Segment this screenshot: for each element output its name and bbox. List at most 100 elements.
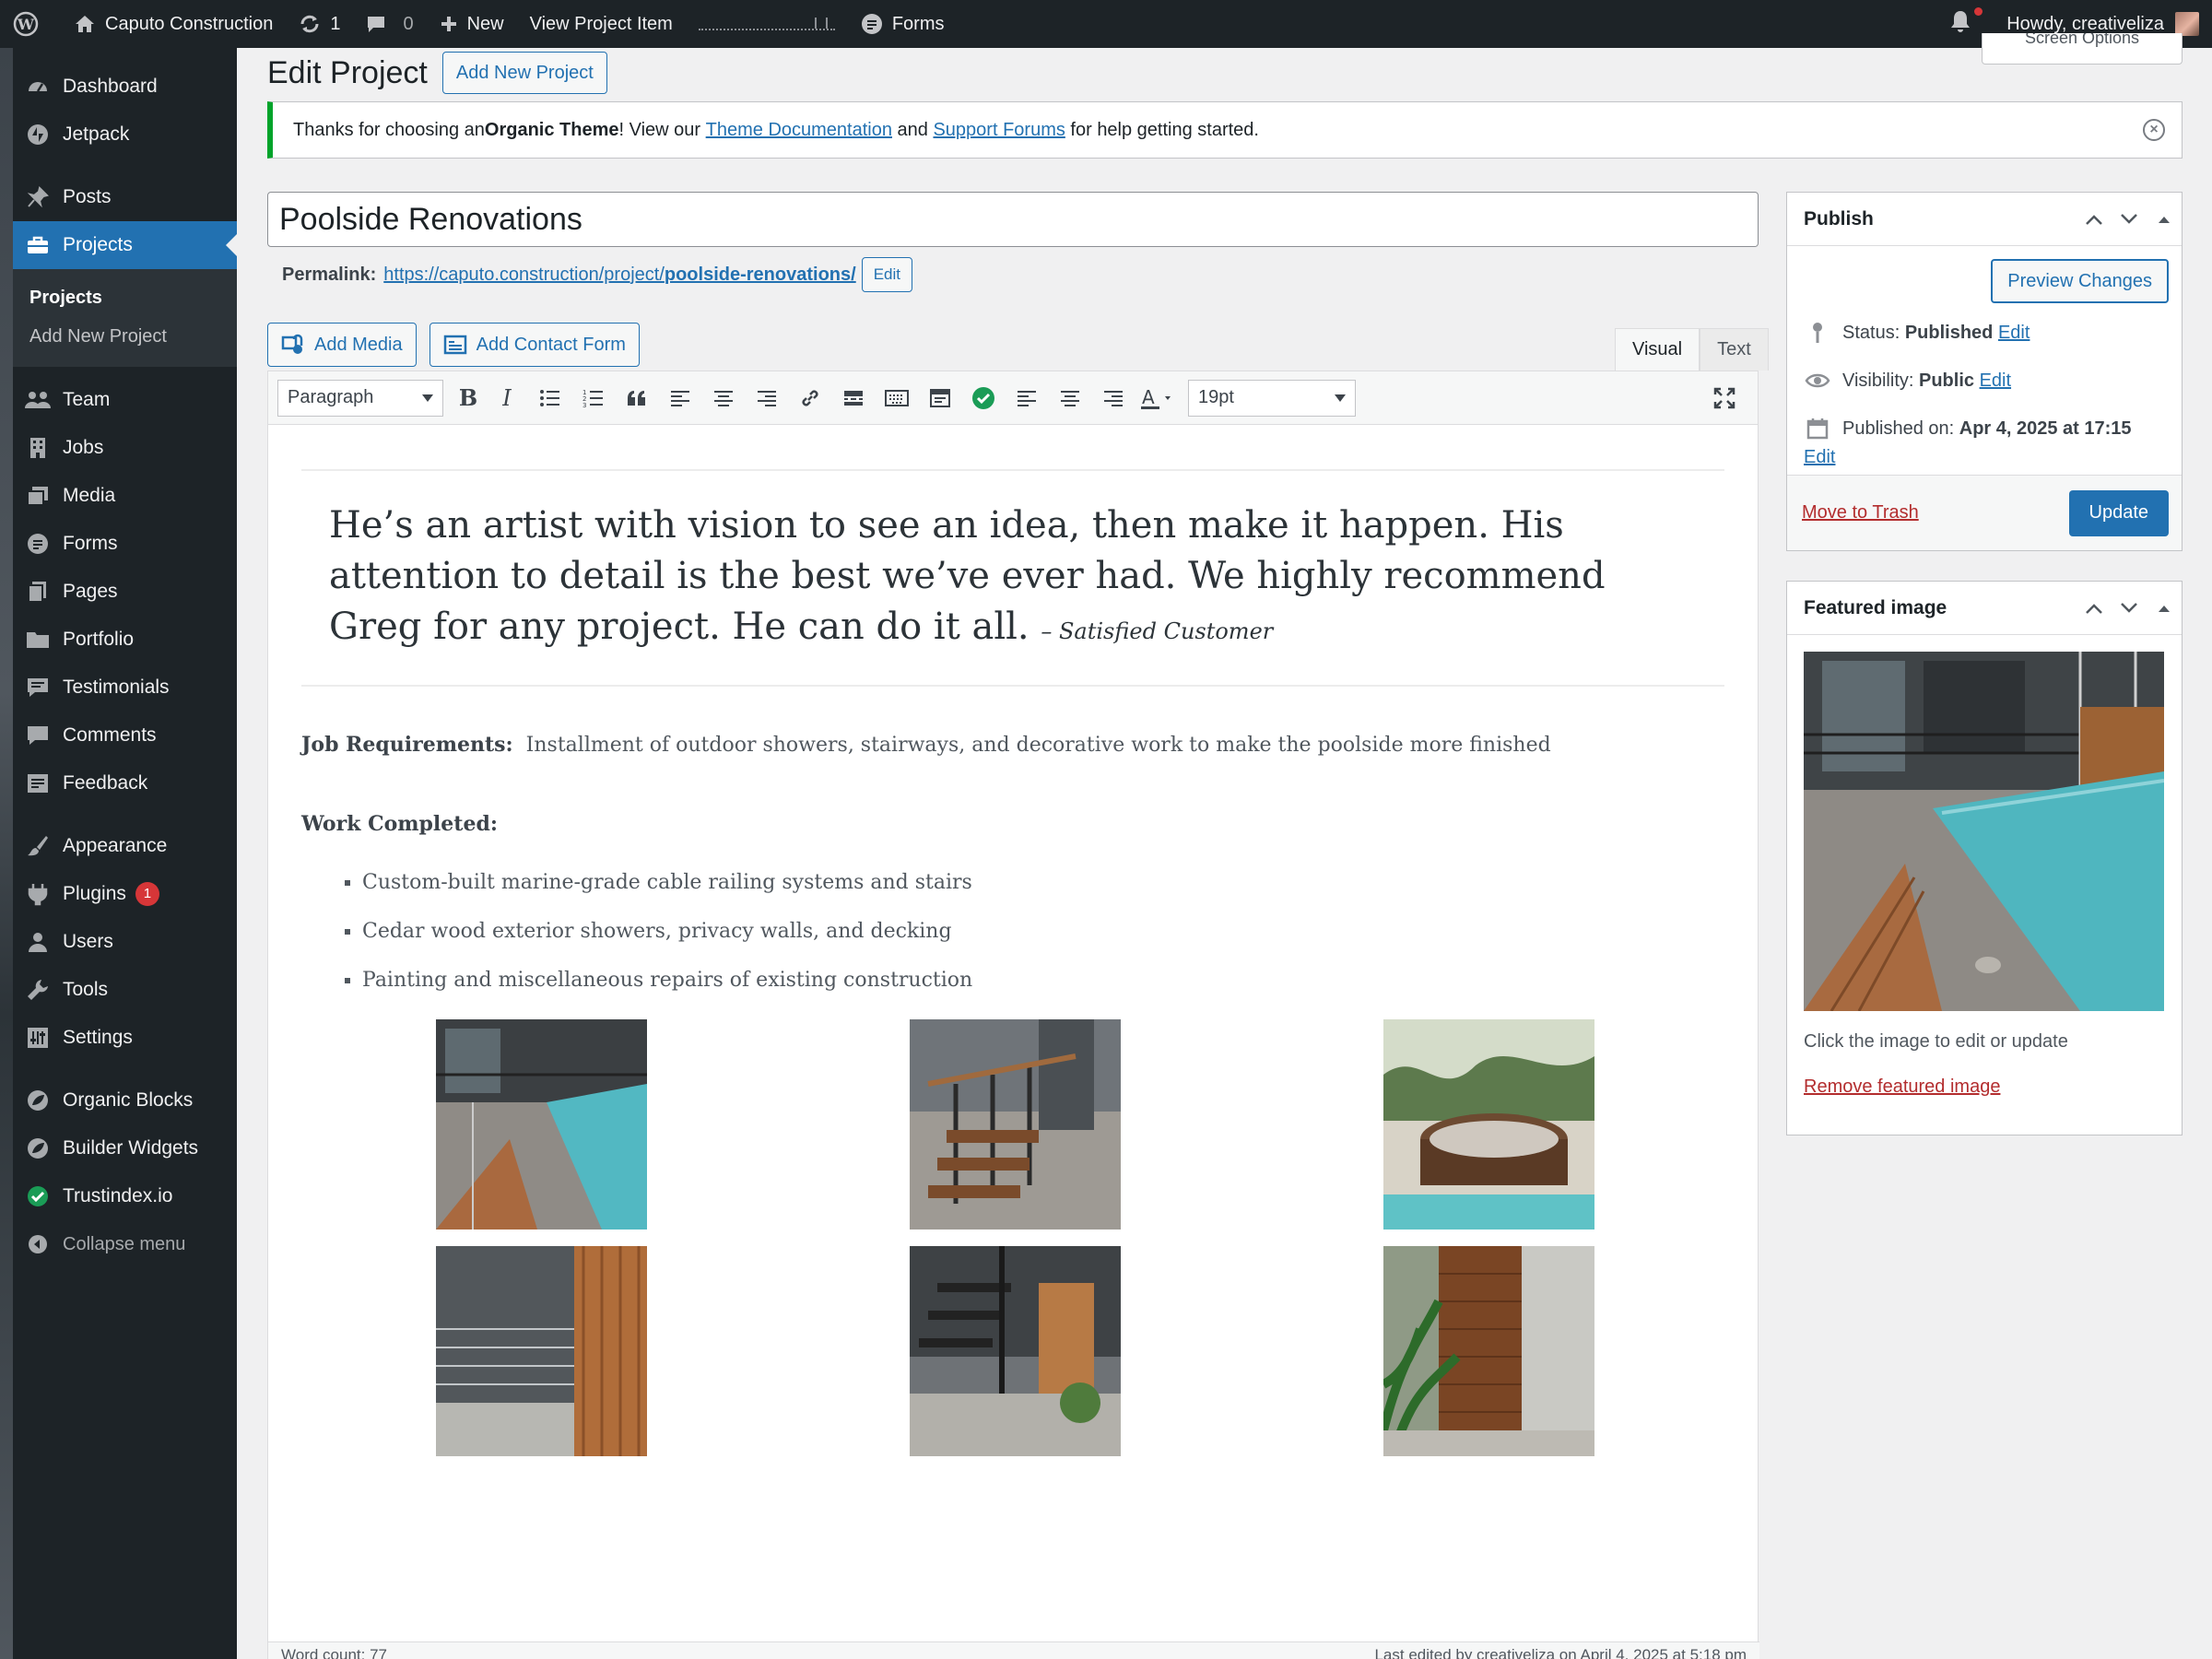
sidebar-item-organic-blocks[interactable]: Organic Blocks (13, 1077, 237, 1124)
sidebar-item-label: Tools (63, 979, 109, 1000)
gallery-image-pool-deck[interactable] (436, 1019, 647, 1230)
tab-visual[interactable]: Visual (1615, 328, 1700, 371)
check-icon (24, 1182, 52, 1210)
gallery-image-hot-tub[interactable] (1383, 1019, 1594, 1230)
new-content-link[interactable]: New (427, 0, 517, 48)
bell-icon (1949, 7, 1983, 39)
sidebar-item-label: Posts (63, 186, 112, 207)
font-size-select[interactable]: 19pt (1188, 379, 1356, 417)
briefcase-icon (24, 231, 52, 259)
add-new-project-button[interactable]: Add New Project (441, 52, 607, 94)
gallery-image-spiral-stairs[interactable] (910, 1246, 1121, 1456)
update-button[interactable]: Update (2068, 489, 2169, 536)
theme-documentation-link[interactable]: Theme Documentation (706, 120, 892, 141)
sidebar-item-forms[interactable]: Forms (13, 520, 237, 568)
sidebar-item-plugins[interactable]: Plugins 1 (13, 870, 237, 918)
chevron-down-icon[interactable] (2112, 602, 2147, 615)
sidebar-item-dashboard[interactable]: Dashboard (13, 63, 237, 111)
submenu-item-add-new-project[interactable]: Add New Project (13, 317, 237, 356)
sidebar-item-jobs[interactable]: Jobs (13, 424, 237, 472)
sidebar-item-pages[interactable]: Pages (13, 568, 237, 616)
screen-options-button[interactable]: Screen Options (1982, 33, 2183, 65)
sidebar-item-jetpack[interactable]: Jetpack (13, 111, 237, 159)
align-right-icon[interactable] (748, 380, 785, 417)
background-window-edge (0, 48, 13, 1659)
keyboard-icon[interactable] (878, 380, 915, 417)
sidebar-item-label: Forms (63, 533, 118, 554)
justify-center-icon[interactable] (1052, 380, 1088, 417)
edit-date-link[interactable]: Edit (1804, 447, 2182, 468)
numbered-list-icon[interactable]: 123 (575, 380, 612, 417)
gallery-image-shower[interactable] (436, 1246, 647, 1456)
align-center-icon[interactable] (705, 380, 742, 417)
site-name-link[interactable]: Caputo Construction (61, 0, 286, 48)
visibility-label: Visibility: (1842, 370, 1914, 391)
bold-icon[interactable]: B (450, 380, 487, 417)
comments-link[interactable]: 0 (353, 0, 426, 48)
grammar-check-icon[interactable] (965, 380, 1002, 417)
blockquote-icon[interactable] (618, 380, 655, 417)
add-contact-form-button[interactable]: Add Contact Form (429, 323, 640, 367)
toggle-panel-icon[interactable] (2147, 604, 2182, 613)
gallery-image-cedar-wall[interactable] (1383, 1246, 1594, 1456)
notice-text: ! View our (618, 119, 701, 140)
sidebar-item-posts[interactable]: Posts (13, 173, 237, 221)
editor-content[interactable]: He’s an artist with vision to see an ide… (268, 469, 1758, 1499)
image-gallery (301, 1019, 1724, 1499)
sidebar-item-feedback[interactable]: Feedback (13, 759, 237, 807)
align-left-icon[interactable] (662, 380, 699, 417)
featured-image-box: Featured image Click the image to edit o… (1786, 581, 2183, 1135)
forms-link[interactable]: Forms (848, 0, 958, 48)
link-icon[interactable] (792, 380, 829, 417)
toggle-panel-icon[interactable] (2147, 215, 2182, 224)
post-title-input[interactable]: Poolside Renovations (267, 192, 1759, 247)
sidebar-item-appearance[interactable]: Appearance (13, 822, 237, 870)
view-project-item-link[interactable]: View Project Item (517, 0, 686, 48)
edit-status-link[interactable]: Edit (1998, 323, 2030, 344)
fullscreen-icon[interactable] (1706, 380, 1743, 417)
edit-permalink-button[interactable]: Edit (861, 257, 912, 292)
move-to-trash-link[interactable]: Move to Trash (1802, 502, 1919, 524)
sidebar-item-media[interactable]: Media (13, 472, 237, 520)
sidebar-item-tools[interactable]: Tools (13, 966, 237, 1014)
sidebar-item-testimonials[interactable]: Testimonials (13, 664, 237, 712)
featured-image[interactable] (1804, 652, 2164, 1011)
howdy-label: Howdy, creativeliza (2006, 13, 2164, 34)
support-forums-link[interactable]: Support Forums (933, 120, 1065, 141)
embed-icon[interactable] (922, 380, 959, 417)
bulleted-list-icon[interactable] (532, 380, 569, 417)
add-contact-form-label: Add Contact Form (476, 334, 626, 355)
sidebar-item-comments[interactable]: Comments (13, 712, 237, 759)
sidebar-item-users[interactable]: Users (13, 918, 237, 966)
tab-text[interactable]: Text (1700, 328, 1769, 371)
sidebar-item-label: Testimonials (63, 677, 170, 698)
format-select[interactable]: Paragraph (277, 379, 443, 417)
italic-icon[interactable]: I (488, 380, 525, 417)
permalink-link[interactable]: https://caputo.construction/project/pool… (383, 265, 855, 286)
page-header: Edit Project Add New Project (267, 52, 607, 94)
chevron-down-icon[interactable] (2112, 213, 2147, 226)
sidebar-item-trustindex[interactable]: Trustindex.io (13, 1172, 237, 1220)
submenu-item-projects[interactable]: Projects (13, 278, 237, 317)
wordpress-logo-icon[interactable]: W (0, 0, 61, 48)
text-color-icon[interactable]: A (1138, 380, 1175, 417)
updates-link[interactable]: 1 (286, 0, 353, 48)
sidebar-item-projects[interactable]: Projects (13, 221, 237, 269)
edit-visibility-link[interactable]: Edit (1980, 371, 2011, 392)
preview-changes-button[interactable]: Preview Changes (1991, 259, 2169, 303)
collapse-menu-button[interactable]: Collapse menu (13, 1220, 237, 1268)
remove-featured-image-link[interactable]: Remove featured image (1787, 1053, 2182, 1098)
chevron-up-icon[interactable] (2077, 213, 2112, 226)
add-media-button[interactable]: Add Media (267, 323, 417, 367)
chevron-up-icon[interactable] (2077, 602, 2112, 615)
sidebar-item-builder-widgets[interactable]: Builder Widgets (13, 1124, 237, 1172)
sidebar-item-settings[interactable]: Settings (13, 1014, 237, 1062)
read-more-icon[interactable] (835, 380, 872, 417)
sidebar-item-label: Organic Blocks (63, 1089, 194, 1111)
dismiss-notice-icon[interactable]: × (2143, 119, 2165, 141)
justify-right-icon[interactable] (1095, 380, 1132, 417)
justify-left-icon[interactable] (1008, 380, 1045, 417)
sidebar-item-portfolio[interactable]: Portfolio (13, 616, 237, 664)
sidebar-item-team[interactable]: Team (13, 376, 237, 424)
gallery-image-stairs[interactable] (910, 1019, 1121, 1230)
